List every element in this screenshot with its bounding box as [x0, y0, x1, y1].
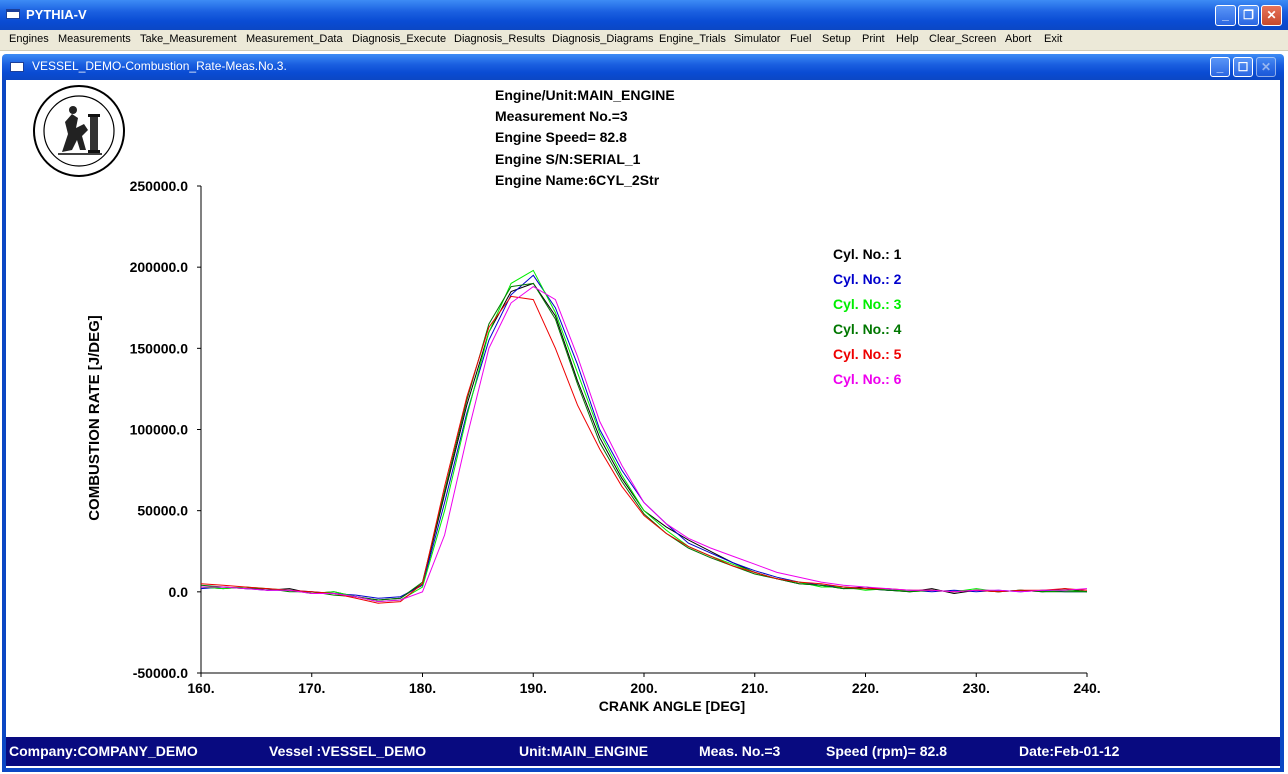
y-tick-label: 150000.0 [130, 340, 189, 356]
x-tick-label: 200. [630, 680, 657, 696]
legend-item-cyl-1: Cyl. No.: 1 [833, 246, 902, 262]
legend-item-cyl-6: Cyl. No.: 6 [833, 371, 902, 387]
status-vessel: Vessel :VESSEL_DEMO [269, 743, 427, 759]
status-company: Company:COMPANY_DEMO [9, 743, 198, 759]
legend-item-cyl-2: Cyl. No.: 2 [833, 271, 902, 287]
y-tick-label: 50000.0 [137, 503, 188, 519]
x-tick-label: 190. [520, 680, 547, 696]
x-tick-label: 210. [741, 680, 768, 696]
x-axis-label: CRANK ANGLE [DEG] [599, 698, 745, 714]
y-tick-label: 0.0 [169, 584, 189, 600]
y-tick-label: 200000.0 [130, 259, 189, 275]
x-tick-label: 170. [298, 680, 325, 696]
status-meas: Meas. No.=3 [699, 743, 781, 759]
series-line-cyl-6 [201, 286, 1088, 603]
series-line-cyl-3 [200, 269, 1088, 603]
legend-item-cyl-3: Cyl. No.: 3 [833, 296, 902, 312]
legend-item-cyl-4: Cyl. No.: 4 [833, 321, 902, 337]
status-unit: Unit:MAIN_ENGINE [519, 743, 649, 759]
x-tick-label: 180. [409, 680, 436, 696]
x-tick-label: 220. [852, 680, 879, 696]
series-line-cyl-4 [200, 282, 1087, 601]
y-tick-label: 250000.0 [130, 178, 189, 194]
legend-item-cyl-5: Cyl. No.: 5 [833, 346, 902, 362]
y-tick-label: 100000.0 [130, 422, 189, 438]
x-tick-label: 230. [963, 680, 990, 696]
series-line-cyl-1 [200, 282, 1088, 601]
series-line-cyl-2 [200, 274, 1087, 599]
y-tick-label: -50000.0 [133, 665, 188, 681]
status-speed: Speed (rpm)= 82.8 [826, 743, 947, 759]
y-axis-label: COMBUSTION RATE [J/DEG] [86, 315, 103, 521]
x-tick-label: 240. [1073, 680, 1100, 696]
status-date: Date:Feb-01-12 [1019, 743, 1120, 759]
x-tick-label: 160. [187, 680, 214, 696]
status-bar: Company:COMPANY_DEMO Vessel :VESSEL_DEMO… [6, 737, 1280, 766]
series-line-cyl-5 [200, 295, 1088, 604]
combustion-rate-chart: 250000.0 200000.0 150000.0 100000.0 50000.0 0… [86, 178, 1101, 714]
